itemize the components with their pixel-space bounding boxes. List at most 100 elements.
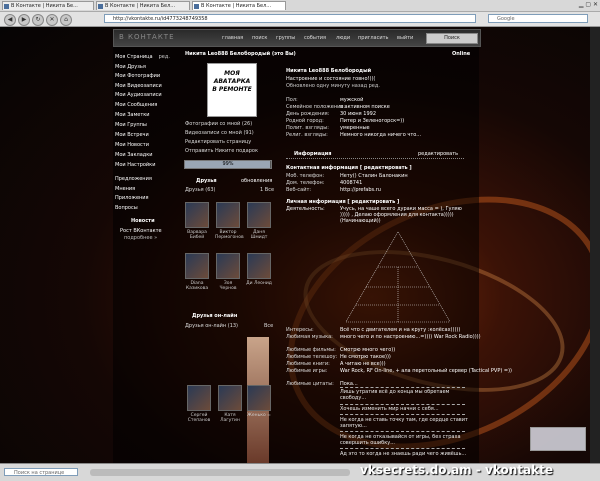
reload-icon[interactable]: ↻ (32, 14, 44, 26)
edit-info-link[interactable]: редактировать (418, 151, 458, 157)
friend-photo[interactable] (247, 202, 271, 228)
status-text[interactable]: Настроение и состояние говно!((( (286, 76, 375, 82)
edit-page-link[interactable]: Редактировать страницу (185, 139, 251, 145)
friend-name[interactable]: Diana Казикова (186, 281, 208, 291)
info-value[interactable]: Не смотрю такое))) (340, 354, 391, 360)
friend-card[interactable]: Варвара Бибей (184, 202, 210, 240)
sidebar-item-videos[interactable]: Мои Видеозаписи (115, 83, 162, 89)
sidebar-item-friends[interactable]: Мои Друзья (115, 64, 146, 70)
news-item[interactable]: Рост ВКонтакте (120, 228, 162, 234)
nav-home[interactable]: главная (222, 35, 243, 41)
info-value[interactable]: 30 июня 1992 (340, 111, 376, 117)
info-value[interactable]: много чего и по настроению...=)))) War R… (340, 334, 481, 340)
search-input[interactable]: Google (488, 14, 588, 23)
friends-all-link[interactable]: 1 Все (260, 187, 274, 193)
home-icon[interactable]: ⌂ (60, 14, 72, 26)
friend-card[interactable]: Diana Казикова (184, 253, 210, 291)
sidebar-item-offers[interactable]: Предложения (115, 176, 152, 182)
info-value[interactable]: Питер и Зеленогорск=)) (340, 118, 404, 124)
friend-card[interactable]: Ди Леонид (246, 253, 272, 286)
friend-name[interactable]: Варвара Бибей (187, 230, 207, 240)
personal-header[interactable]: Личная информация [ редактировать ] (286, 199, 399, 205)
friend-photo[interactable] (218, 385, 242, 411)
browser-tab-1[interactable]: В Контакте | Никита Бе... (2, 1, 94, 10)
friend-name[interactable]: Ди Леонид (246, 281, 272, 286)
friend-name[interactable]: Зоя Чернов (219, 281, 236, 291)
find-input[interactable]: Поиск на странице (4, 468, 78, 476)
friend-name[interactable]: Женько = (247, 413, 271, 418)
info-value[interactable]: умеренные (340, 125, 370, 131)
friend-photo[interactable] (216, 202, 240, 228)
info-value[interactable]: А читаю не все))) (340, 361, 386, 367)
contacts-header[interactable]: Контактная информация [ редактировать ] (286, 165, 412, 171)
nav-events[interactable]: события (304, 35, 326, 41)
friends-count[interactable]: Друзья (63) (185, 187, 216, 193)
sidebar-item-my-page[interactable]: Моя Страница ред. (115, 54, 170, 60)
address-bar[interactable]: http://vkontakte.ru/id4773248749358 (104, 14, 476, 23)
sidebar-item-notes[interactable]: Мои Заметки (115, 112, 150, 118)
horizontal-scrollbar[interactable] (90, 469, 350, 476)
info-value[interactable]: Смотрю много чего)) (340, 347, 395, 353)
friend-photo[interactable] (247, 385, 271, 411)
info-value[interactable]: в активном поиске (340, 104, 390, 110)
sidebar-item-questions[interactable]: Вопросы (115, 205, 138, 211)
friend-photo[interactable] (187, 385, 211, 411)
friend-name[interactable]: Виктор Пермогонов (215, 230, 244, 240)
forward-icon[interactable]: ▶ (18, 14, 30, 26)
friend-photo[interactable] (247, 253, 271, 279)
info-value[interactable]: Немного никогда ничего что... (340, 132, 421, 138)
back-icon[interactable]: ◀ (4, 14, 16, 26)
nav-people[interactable]: люди (336, 35, 350, 41)
window-controls[interactable]: ▁ ▢ ✕ (579, 1, 598, 8)
friend-card[interactable]: Даня Шмидт (246, 202, 272, 240)
sidebar-item-apps[interactable]: Приложения (115, 195, 149, 201)
sidebar-item-photos[interactable]: Мои Фотографии (115, 73, 160, 79)
friend-card[interactable]: Виктор Пермогонов (215, 202, 244, 240)
friend-name[interactable]: Катя Лагутин (220, 413, 240, 423)
sidebar-item-messages[interactable]: Мои Сообщения (115, 102, 157, 108)
online-friends-count[interactable]: Друзья он-лайн (13) (185, 323, 238, 329)
sidebar-item-events[interactable]: Мои Встречи (115, 132, 149, 138)
sidebar-item-bookmarks[interactable]: Мои Закладки (115, 152, 153, 158)
avatar[interactable]: Моя аватарка в ремонте (207, 63, 257, 117)
floating-widget[interactable] (530, 427, 586, 451)
edit-link[interactable]: ред. (159, 54, 170, 60)
avatar-text: Моя аватарка в ремонте (212, 70, 252, 93)
sidebar-item-groups[interactable]: Мои Группы (115, 122, 147, 128)
online-friend-card[interactable]: Сергей Степанов (186, 385, 212, 423)
videos-with-me-link[interactable]: Видеозаписи со мной (91) (185, 130, 254, 136)
friend-name[interactable]: Даня Шмидт (251, 230, 268, 240)
friend-card[interactable]: Зоя Чернов (215, 253, 241, 291)
friends-updates-link[interactable]: обновления (241, 178, 272, 184)
nav-groups[interactable]: группы (276, 35, 295, 41)
online-friend-card[interactable]: Женько = (246, 385, 272, 418)
online-friends-all-link[interactable]: Все (264, 323, 273, 329)
info-value[interactable]: мужской (340, 97, 363, 103)
ascii-art-triangle (345, 231, 451, 323)
friend-photo[interactable] (185, 253, 209, 279)
send-gift-link[interactable]: Отправить Никите подарок (185, 148, 258, 154)
browser-tab-3[interactable]: В Контакте | Никита Бел... (192, 1, 286, 10)
photos-with-me-link[interactable]: Фотографии со мной (26) (185, 121, 252, 127)
friend-name[interactable]: Сергей Степанов (188, 413, 211, 423)
info-value[interactable]: War Rock, RF On-line, + ала перетольный … (340, 368, 512, 374)
info-value[interactable]: Всё что с двигателем и на кругу :колёсах… (340, 327, 460, 333)
info-key: Семейное положение: (286, 104, 346, 110)
nav-logout[interactable]: выйти (397, 35, 413, 41)
nav-invite[interactable]: пригласить (358, 35, 388, 41)
sidebar-item-settings[interactable]: Мои Настройки (115, 162, 155, 168)
news-more-link[interactable]: подробнее » (124, 235, 157, 241)
friend-photo[interactable] (216, 253, 240, 279)
sidebar-item-opinions[interactable]: Мнения (115, 186, 135, 192)
website-link[interactable]: http://prefabs.ru (340, 187, 381, 193)
browser-tab-2[interactable]: В Контакте | Никита Бел... (96, 1, 190, 10)
nav-search[interactable]: поиск (252, 35, 267, 41)
sidebar-item-audio[interactable]: Мои Аудиозаписи (115, 92, 162, 98)
vertical-scrollbar[interactable] (590, 27, 600, 463)
sidebar-item-news[interactable]: Мои Новости (115, 142, 149, 148)
friend-photo[interactable] (185, 202, 209, 228)
online-friend-card[interactable]: Катя Лагутин (217, 385, 243, 423)
stop-icon[interactable]: ✕ (46, 14, 58, 26)
vk-logo[interactable]: В КОНТАКТЕ (119, 33, 175, 41)
header-search-button[interactable]: Поиск (426, 33, 478, 44)
